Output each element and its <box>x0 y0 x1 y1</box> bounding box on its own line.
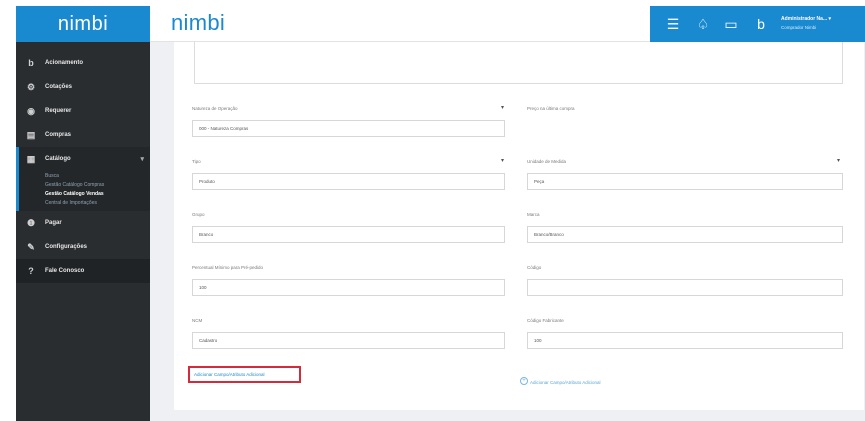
header-actions: ☰ ♤ ▭ b Administrador Na... ▾ Comprador … <box>650 6 865 42</box>
field-label: NCM <box>192 318 203 323</box>
sidebar-item-label: Configurações <box>45 244 88 250</box>
natureza-select[interactable]: 000 - Natureza Compras <box>192 120 505 137</box>
user-role: Comprador Nimbi <box>781 25 817 30</box>
chevron-down-icon[interactable]: ▾ <box>501 157 504 164</box>
codigo-fabricante-field[interactable]: 100 <box>527 332 843 349</box>
catalog-icon: ▦ <box>26 153 36 164</box>
brand-b-icon[interactable]: b <box>751 6 771 42</box>
field-label: Natureza de Operação <box>192 106 238 111</box>
submenu-item-busca[interactable]: Busca <box>19 172 150 181</box>
sidebar-item-label: Fale Conosco <box>45 268 85 274</box>
b-icon: b <box>28 58 34 68</box>
sidebar-logo[interactable]: nimbi <box>16 6 150 42</box>
sidebar-item-label: Requerer <box>45 108 72 114</box>
gear-icon: ⚙ <box>26 81 36 92</box>
ncm-field[interactable]: Cadastro <box>192 332 505 349</box>
sidebar-item-requerer[interactable]: ◉ Requerer <box>16 99 150 123</box>
sidebar-item-pagar[interactable]: ❶ Pagar <box>16 211 150 235</box>
field-label: Tipo <box>192 159 201 164</box>
dollar-icon: ❶ <box>26 217 36 228</box>
form-card: Natureza de Operação ▾ 000 - Natureza Co… <box>174 42 864 410</box>
sidebar-item-label: Catálogo <box>45 156 71 162</box>
sidebar-item-cotacoes[interactable]: ⚙ Cotações <box>16 75 150 99</box>
sidebar-item-label: Cotações <box>45 84 73 90</box>
sidebar-item-label: Pagar <box>45 220 62 226</box>
sidebar-item-acionamento[interactable]: b Acionamento <box>16 51 150 75</box>
user-name[interactable]: Administrador Na... ▾ <box>781 16 831 22</box>
wrench-icon: ✎ <box>27 241 35 252</box>
add-attribute-link[interactable]: Adicionar Campo/Atributo Adicional <box>188 366 301 383</box>
field-label: Código <box>527 265 542 270</box>
chevron-down-icon[interactable]: ▾ <box>837 157 840 164</box>
sidebar: nimbi b Acionamento ⚙ Cotações ◉ Requere… <box>16 6 150 421</box>
plus-circle-icon[interactable]: + <box>520 377 528 385</box>
chat-icon[interactable]: ▭ <box>721 6 741 42</box>
submenu-item-importacoes[interactable]: Central de Importações <box>19 199 150 208</box>
sidebar-item-label: Acionamento <box>45 60 84 66</box>
field-label: Código Fabricante <box>527 318 564 323</box>
question-icon: ? <box>28 266 34 276</box>
chevron-down-icon: ▾ <box>140 156 144 163</box>
field-label: Unidade de Medida <box>527 159 567 164</box>
submenu-item-gestao-vendas[interactable]: Gestão Catálogo Vendas <box>19 190 150 199</box>
add-attribute-link-right[interactable]: Adicionar Campo/Atributo Adicional <box>530 380 601 385</box>
sidebar-nav: b Acionamento ⚙ Cotações ◉ Requerer ▤ Co… <box>16 51 150 283</box>
sidebar-item-configuracoes[interactable]: ✎ Configurações <box>16 235 150 259</box>
sidebar-item-compras[interactable]: ▤ Compras <box>16 123 150 147</box>
field-label: Percentual Mínimo para Pré-pedido <box>192 265 264 270</box>
cart-icon: ▤ <box>26 129 36 140</box>
codigo-field[interactable] <box>527 279 843 296</box>
grupo-field[interactable]: Branco <box>192 226 505 243</box>
chevron-down-icon[interactable]: ▾ <box>501 104 504 111</box>
field-label: Marca <box>527 212 540 217</box>
sidebar-item-fale-conosco[interactable]: ? Fale Conosco <box>16 259 150 283</box>
submenu-item-gestao-compras[interactable]: Gestão Catálogo Compras <box>19 181 150 190</box>
marca-field[interactable]: Branco/Branco <box>527 226 843 243</box>
unidade-select[interactable]: Peça <box>527 173 843 190</box>
menu-icon[interactable]: ☰ <box>663 6 683 42</box>
field-label: Grupo <box>192 212 205 217</box>
tipo-select[interactable]: Produto <box>192 173 505 190</box>
target-icon: ◉ <box>27 105 35 116</box>
sidebar-item-label: Compras <box>45 132 72 138</box>
field-label: Preço na última compra <box>527 106 575 111</box>
sidebar-item-catalogo[interactable]: ▦ Catálogo ▾ <box>16 147 150 171</box>
top-header: nimbi ☰ ♤ ▭ b Administrador Na... ▾ Comp… <box>150 6 865 42</box>
description-textarea[interactable] <box>194 42 843 84</box>
brand-logo[interactable]: nimbi <box>171 10 225 36</box>
percentual-field[interactable]: 100 <box>192 279 505 296</box>
app-frame: nimbi b Acionamento ⚙ Cotações ◉ Requere… <box>16 6 865 421</box>
catalogo-submenu: Busca Gestão Catálogo Compras Gestão Cat… <box>16 171 150 211</box>
bell-icon[interactable]: ♤ <box>693 6 713 42</box>
